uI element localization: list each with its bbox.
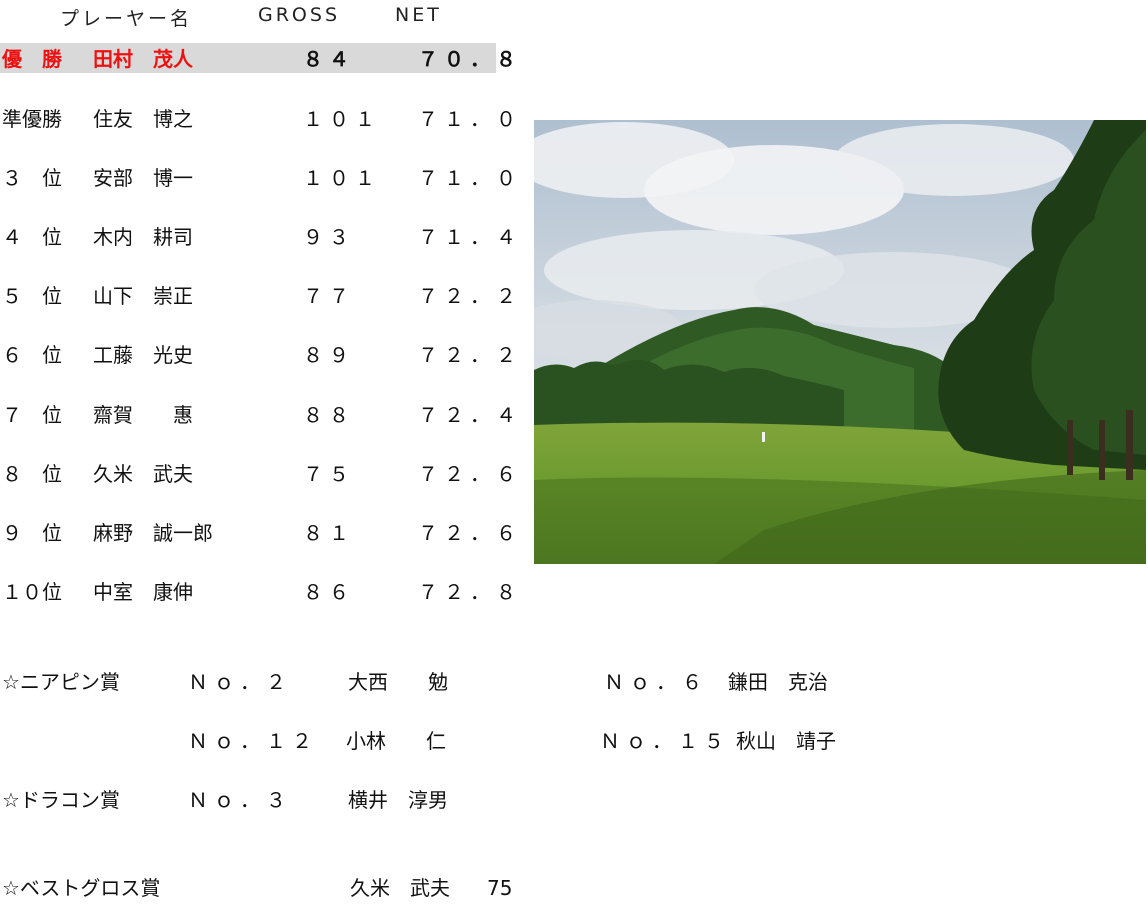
net-6: ７２．２ (418, 343, 522, 367)
nearpin-winner-4: 秋山 靖子 (736, 729, 836, 753)
gross-1: ８４ (303, 47, 355, 71)
rank-1: 優 勝 (2, 47, 62, 71)
nearpin-hole-1: Ｎｏ．２ (188, 670, 292, 694)
net-7: ７２．４ (418, 403, 522, 427)
rank-5: ５ 位 (2, 284, 62, 308)
player-10: 中室 康伸 (93, 580, 193, 604)
header-gross: GROSS (258, 4, 341, 26)
net-4: ７１．４ (418, 225, 522, 249)
rank-3: ３ 位 (2, 166, 62, 190)
gross-10: ８６ (303, 580, 355, 604)
net-9: ７２．６ (418, 521, 522, 545)
player-2: 住友 博之 (93, 107, 193, 131)
header-player: プレーヤー名 (60, 8, 193, 30)
nearpin-hole-3: Ｎｏ．１２ (188, 729, 318, 753)
rank-6: ６ 位 (2, 343, 62, 367)
net-1: ７０．８ (418, 47, 522, 71)
nearpin-winner-2: 鎌田 克治 (728, 670, 828, 694)
player-5: 山下 崇正 (93, 284, 193, 308)
rank-8: ８ 位 (2, 462, 62, 486)
player-9: 麻野 誠一郎 (93, 521, 213, 545)
rank-10: １０位 (2, 580, 62, 604)
gross-7: ８８ (303, 403, 355, 427)
gross-2: １０１ (303, 107, 381, 131)
player-4: 木内 耕司 (93, 225, 193, 249)
golf-course-photo (534, 120, 1146, 564)
net-10: ７２．８ (418, 580, 522, 604)
rank-4: ４ 位 (2, 225, 62, 249)
rank-7: ７ 位 (2, 403, 62, 427)
player-1: 田村 茂人 (93, 47, 193, 71)
nearpin-winner-1: 大西 勉 (348, 670, 448, 694)
header-net: NET (395, 4, 442, 26)
gross-6: ８９ (303, 343, 355, 367)
net-5: ７２．２ (418, 284, 522, 308)
bestgross-winner: 久米 武夫 (350, 876, 450, 900)
bestgross-score: 75 (487, 876, 513, 900)
rank-2: 準優勝 (2, 107, 62, 131)
nearpin-label: ☆ニアピン賞 (2, 670, 120, 694)
nearpin-hole-2: Ｎｏ．６ (604, 670, 708, 694)
bestgross-label: ☆ベストグロス賞 (2, 876, 161, 900)
net-8: ７２．６ (418, 462, 522, 486)
dracon-label: ☆ドラコン賞 (2, 788, 120, 812)
player-6: 工藤 光史 (93, 343, 193, 367)
net-3: ７１．０ (418, 166, 522, 190)
gross-5: ７７ (303, 284, 355, 308)
gross-3: １０１ (303, 166, 381, 190)
gross-4: ９３ (303, 225, 355, 249)
gross-8: ７５ (303, 462, 355, 486)
gross-9: ８１ (303, 521, 355, 545)
dracon-hole: Ｎｏ．３ (188, 788, 292, 812)
player-3: 安部 博一 (93, 166, 193, 190)
net-2: ７１．０ (418, 107, 522, 131)
player-7: 齋賀 惠 (93, 403, 193, 427)
dracon-winner: 横井 淳男 (348, 788, 448, 812)
nearpin-winner-3: 小林 仁 (346, 729, 446, 753)
rank-9: ９ 位 (2, 521, 62, 545)
player-8: 久米 武夫 (93, 462, 193, 486)
nearpin-hole-4: Ｎｏ．１５ (600, 729, 730, 753)
